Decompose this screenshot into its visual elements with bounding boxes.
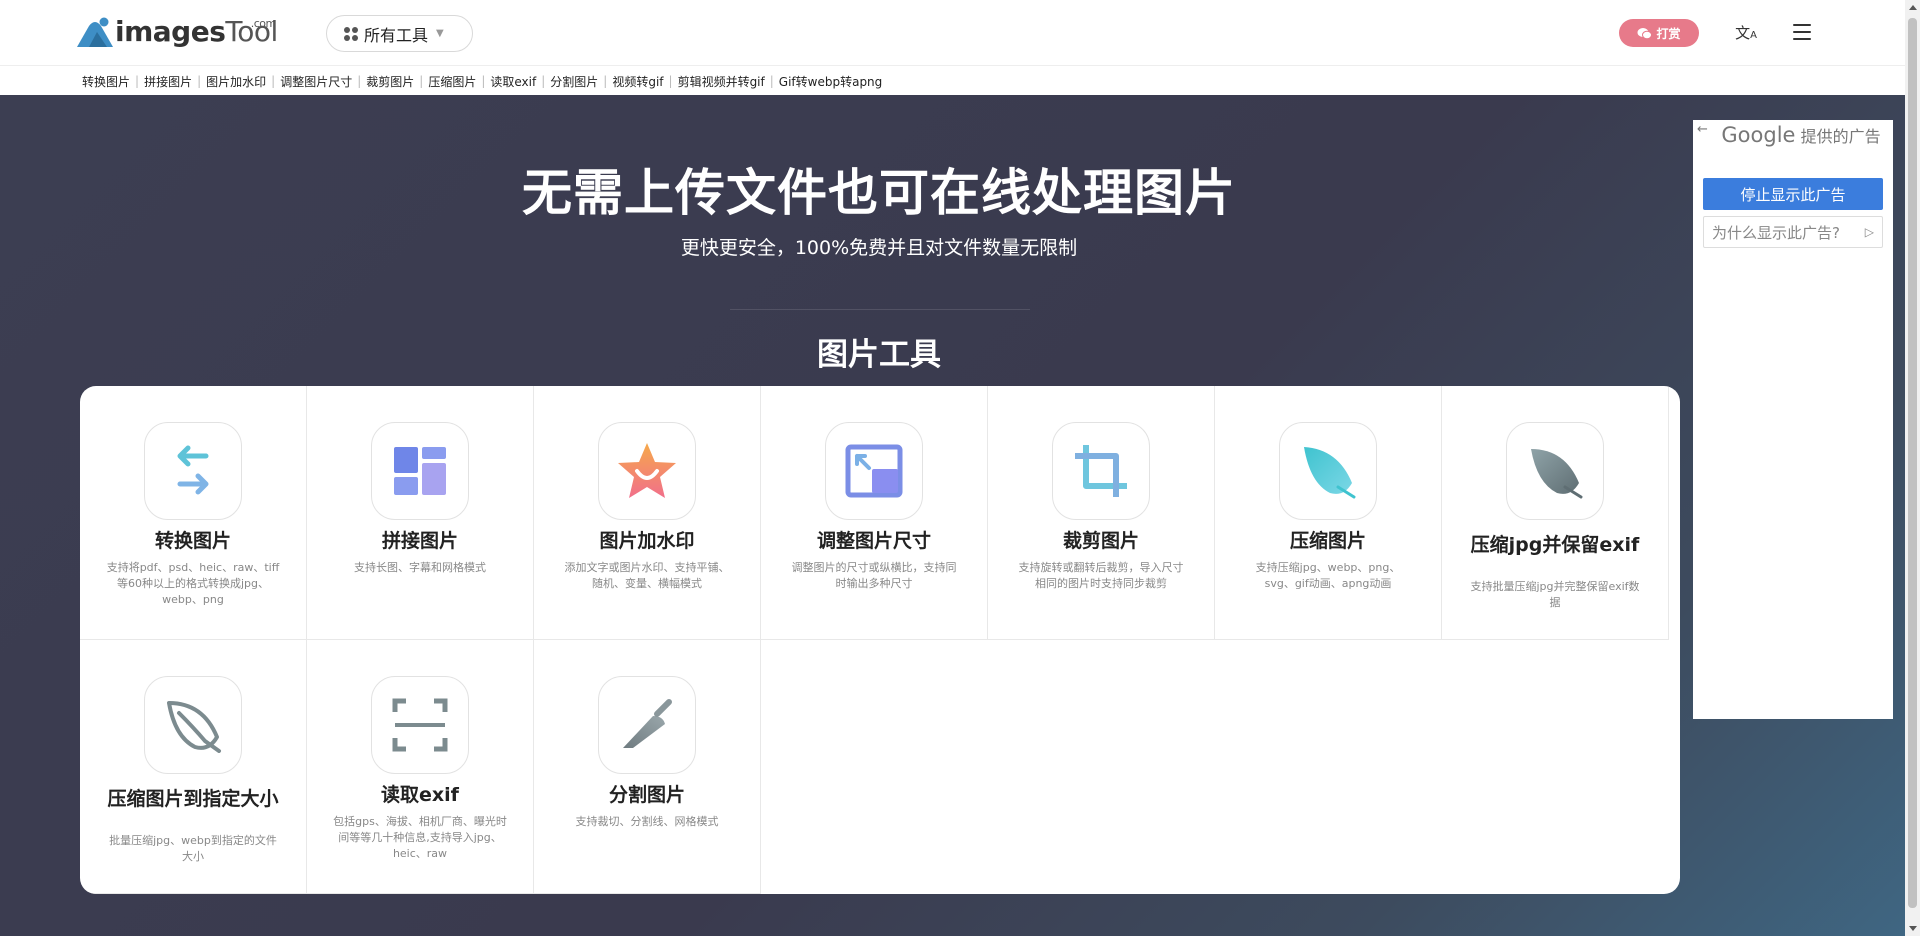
donate-label: 打赏 <box>1656 26 1681 41</box>
tool-card-split[interactable]: 分割图片 支持裁切、分割线、网格模式 <box>534 640 761 894</box>
google-ad: ← Google 提供的广告 停止显示此广告 为什么显示此广告? ▷ <box>1693 120 1893 719</box>
tool-card-crop[interactable]: 裁剪图片 支持旋转或翻转后裁剪，导入尺寸相同的图片时支持同步裁剪 <box>988 386 1215 640</box>
feather-gray-icon <box>1506 422 1604 520</box>
back-arrow-icon[interactable]: ← <box>1697 122 1708 137</box>
tool-grid: 转换图片 支持将pdf、psd、heic、raw、tiff等60种以上的格式转换… <box>80 386 1680 894</box>
feather-compress-icon <box>1279 422 1377 520</box>
quicknav-item[interactable]: 裁剪图片 <box>366 73 414 90</box>
scroll-up-icon[interactable] <box>1909 5 1917 10</box>
grid-dots-icon <box>344 26 358 41</box>
why-ad-button[interactable]: 为什么显示此广告? ▷ <box>1703 216 1883 248</box>
hero-title: 无需上传文件也可在线处理图片 <box>522 164 1236 222</box>
quicknav-item[interactable]: 调整图片尺寸 <box>280 73 352 90</box>
tool-name: 拼接图片 <box>381 530 458 552</box>
tool-card-read-exif[interactable]: 读取exif 包括gps、海拔、相机厂商、曝光时间等等几十种信息,支持导入jpg… <box>307 640 534 894</box>
ad-choices-icon: ▷ <box>1864 225 1874 239</box>
tool-desc: 支持旋转或翻转后裁剪，导入尺寸相同的图片时支持同步裁剪 <box>1018 561 1184 590</box>
tool-card-compress-exif[interactable]: 压缩jpg并保留exif 支持批量压缩jpg并完整保留exif数据 <box>1442 386 1669 640</box>
tool-name: 图片加水印 <box>599 530 695 552</box>
tool-name: 压缩图片 <box>1289 530 1366 552</box>
google-label: Google <box>1721 123 1796 147</box>
tool-desc: 支持裁切、分割线、网格模式 <box>575 815 719 828</box>
scan-frame-icon <box>371 676 469 774</box>
caret-down-icon: ▼ <box>436 28 444 39</box>
tool-card-convert[interactable]: 转换图片 支持将pdf、psd、heic、raw、tiff等60种以上的格式转换… <box>80 386 307 640</box>
quicknav-item[interactable]: 压缩图片 <box>428 73 476 90</box>
tool-desc: 支持批量压缩jpg并完整保留exif数据 <box>1470 580 1640 609</box>
collage-layout-icon <box>371 422 469 520</box>
all-tools-label: 所有工具 <box>364 25 429 45</box>
top-header: imagesTool .com 所有工具 ▼ 打赏 文A <box>0 0 1905 66</box>
tool-desc: 支持长图、字幕和网格模式 <box>354 561 486 574</box>
tool-name: 压缩jpg并保留exif <box>1470 534 1640 556</box>
ad-header: Google 提供的广告 <box>1715 124 1887 148</box>
quicknav-item[interactable]: 图片加水印 <box>206 73 266 90</box>
quicknav-item[interactable]: 分割图片 <box>550 73 598 90</box>
tool-card-resize[interactable]: 调整图片尺寸 调整图片的尺寸或纵横比，支持同时输出多种尺寸 <box>761 386 988 640</box>
quicknav-item[interactable]: Gif转webp转apng <box>779 73 882 90</box>
ad-provided-label: 提供的广告 <box>1800 127 1881 146</box>
tool-card-collage[interactable]: 拼接图片 支持长图、字幕和网格模式 <box>307 386 534 640</box>
tool-name: 调整图片尺寸 <box>816 530 931 552</box>
tool-name: 压缩图片到指定大小 <box>107 788 279 810</box>
hero-subtitle: 更快更安全，100%免费并且对文件数量无限制 <box>680 237 1078 259</box>
tool-card-watermark[interactable]: 图片加水印 添加文字或图片水印、支持平铺、随机、变量、横幅模式 <box>534 386 761 640</box>
tool-desc: 添加文字或图片水印、支持平铺、随机、变量、横幅模式 <box>564 561 730 590</box>
quicknav-item[interactable]: 剪辑视频并转gif <box>678 73 765 90</box>
tool-desc: 批量压缩jpg、webp到指定的文件大小 <box>109 834 277 863</box>
quick-nav: 转换图片 | 拼接图片 | 图片加水印 | 调整图片尺寸 | 裁剪图片 | 压缩图片 | 读… <box>0 67 1905 95</box>
hamburger-menu-icon[interactable] <box>1793 24 1811 40</box>
tool-name: 转换图片 <box>154 530 231 552</box>
tool-name: 分割图片 <box>608 784 685 806</box>
logo-com: .com <box>250 17 277 30</box>
donate-button[interactable]: 打赏 <box>1619 19 1699 47</box>
scroll-thumb[interactable] <box>1908 18 1917 908</box>
tool-desc: 调整图片的尺寸或纵横比，支持同时输出多种尺寸 <box>791 561 957 590</box>
scroll-down-icon[interactable] <box>1909 926 1917 931</box>
tool-desc: 支持将pdf、psd、heic、raw、tiff等60种以上的格式转换成jpg、… <box>106 561 280 606</box>
tool-desc: 包括gps、海拔、相机厂商、曝光时间等等几十种信息,支持导入jpg、heic、r… <box>333 815 507 860</box>
section-title: 图片工具 <box>817 337 941 373</box>
why-ad-label: 为什么显示此广告? <box>1712 223 1840 242</box>
page-scrollbar[interactable] <box>1905 0 1920 936</box>
quicknav-item[interactable]: 读取exif <box>490 73 536 90</box>
stop-ad-button[interactable]: 停止显示此广告 <box>1703 178 1883 210</box>
logo-text: imagesTool .com <box>115 16 278 48</box>
convert-arrows-icon <box>144 422 242 520</box>
all-tools-dropdown[interactable]: 所有工具 ▼ <box>326 15 473 52</box>
tool-desc: 支持压缩jpg、webp、png、svg、gif动画、apng动画 <box>1255 561 1401 590</box>
translate-icon[interactable]: 文A <box>1735 22 1757 44</box>
tool-card-compress[interactable]: 压缩图片 支持压缩jpg、webp、png、svg、gif动画、apng动画 <box>1215 386 1442 640</box>
tool-name: 裁剪图片 <box>1062 530 1139 552</box>
quicknav-item[interactable]: 拼接图片 <box>144 73 192 90</box>
quicknav-item[interactable]: 转换图片 <box>82 73 130 90</box>
wechat-icon <box>1637 27 1653 39</box>
tool-name: 读取exif <box>381 784 459 806</box>
feather-outline-icon <box>144 676 242 774</box>
knife-split-icon <box>598 676 696 774</box>
logo-images: images <box>115 15 226 48</box>
quicknav-item[interactable]: 视频转gif <box>612 73 663 90</box>
tool-card-compress-size[interactable]: 压缩图片到指定大小 批量压缩jpg、webp到指定的文件大小 <box>80 640 307 894</box>
logo-mark-icon <box>77 17 113 47</box>
site-logo[interactable]: imagesTool .com <box>75 12 278 48</box>
star-watermark-icon <box>598 422 696 520</box>
resize-image-icon <box>825 422 923 520</box>
divider <box>730 309 1030 310</box>
crop-icon <box>1052 422 1150 520</box>
